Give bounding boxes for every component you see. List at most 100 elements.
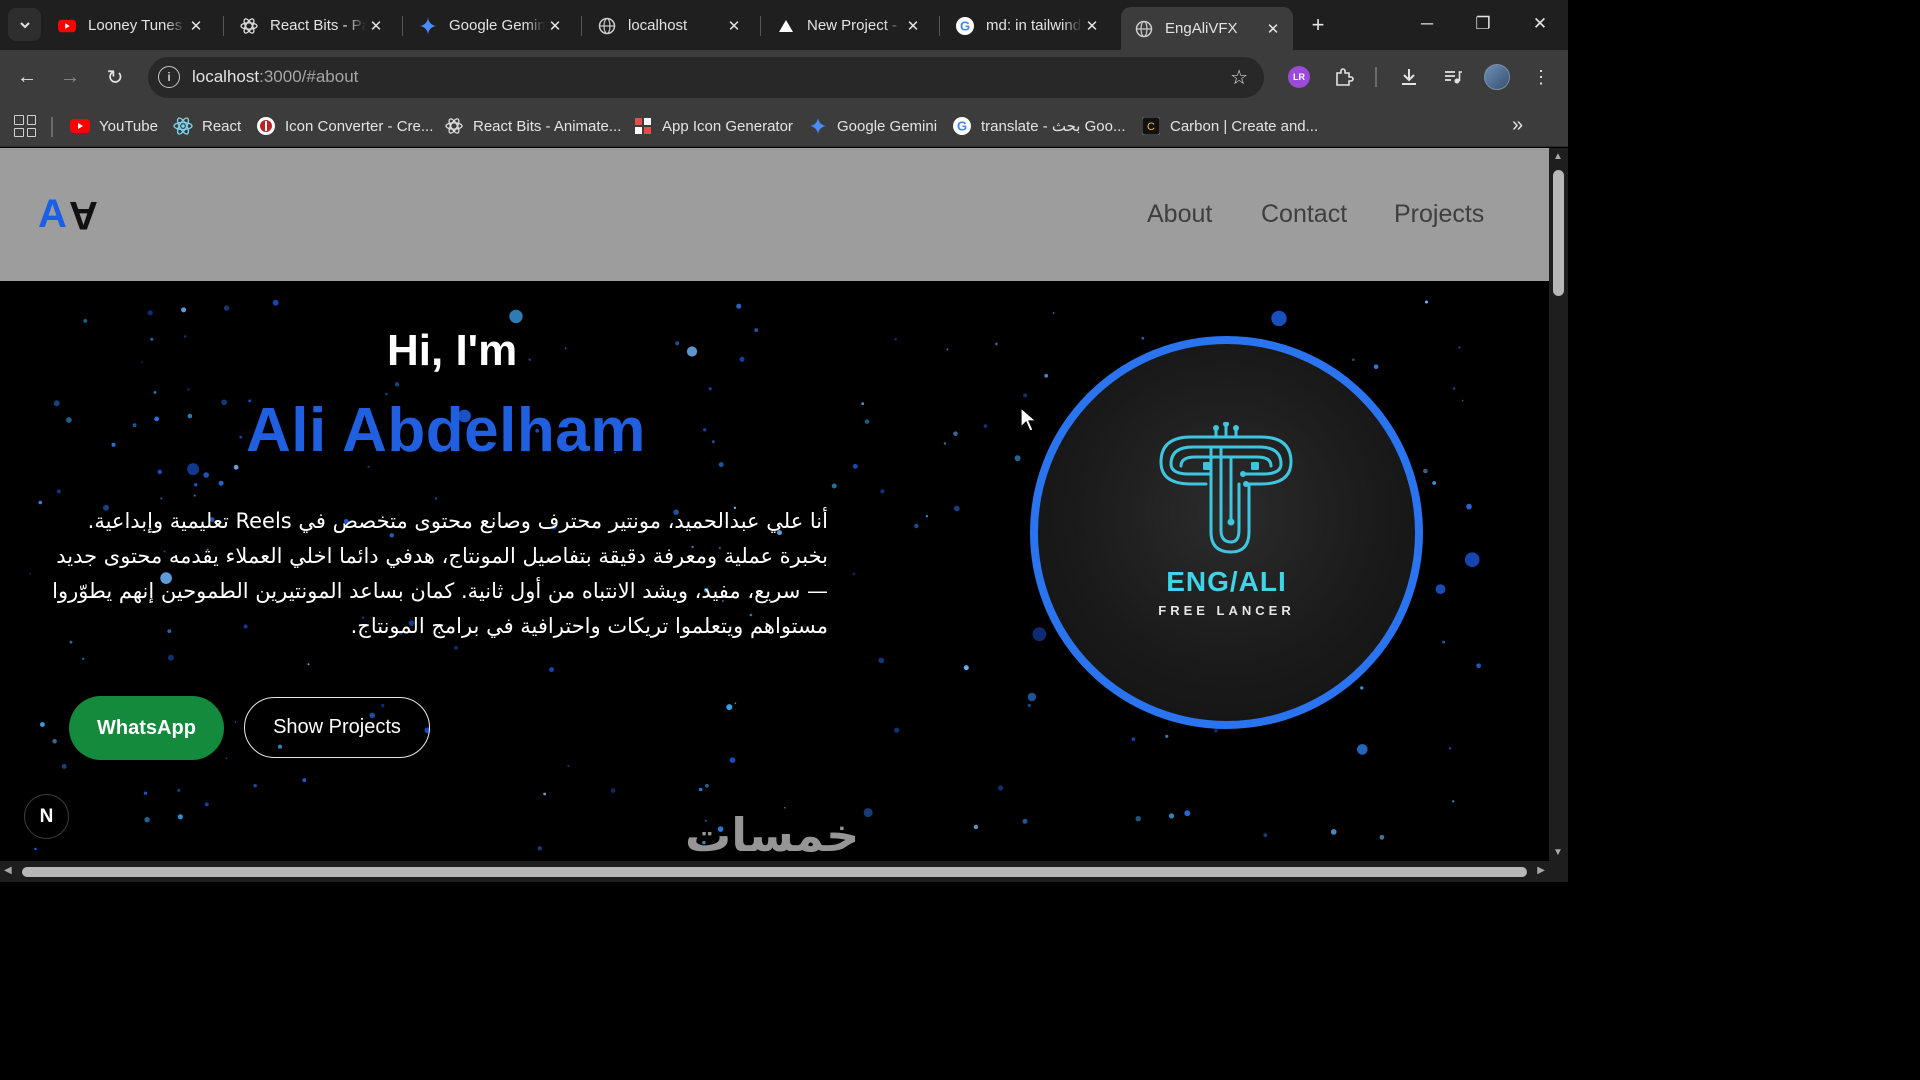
particle-dot <box>878 657 885 664</box>
particle-dot <box>953 431 958 436</box>
bookmark-icon-converter[interactable]: Icon Converter - Cre... <box>256 113 433 139</box>
apps-grid-icon[interactable] <box>14 115 36 137</box>
particle-dot <box>1425 300 1428 304</box>
bookmark-app-icon-generator[interactable]: App Icon Generator <box>633 113 793 139</box>
extensions-button[interactable] <box>1330 63 1358 91</box>
bookmark-label: translate - بحث Goo... <box>981 118 1126 135</box>
scroll-up-icon[interactable]: ▲ <box>1553 151 1563 162</box>
particle-dot <box>367 465 370 468</box>
particle-dot <box>708 387 712 391</box>
close-tab-icon[interactable]: ✕ <box>724 17 744 35</box>
particle-dot <box>181 307 187 313</box>
downloads-button[interactable] <box>1395 63 1423 91</box>
tab-new-project[interactable]: New Project - ✕ <box>763 7 933 44</box>
close-tab-icon[interactable]: ✕ <box>545 17 565 35</box>
particle-dot <box>153 391 157 394</box>
particle-dot <box>81 657 85 661</box>
particle-dot <box>1448 747 1452 750</box>
nav-contact[interactable]: Contact <box>1261 200 1347 229</box>
restore-button[interactable]: ❐ <box>1469 10 1497 38</box>
close-tab-icon[interactable]: ✕ <box>1082 17 1102 35</box>
reload-button[interactable]: ↻ <box>101 63 129 91</box>
extension-button[interactable]: LR <box>1285 63 1313 91</box>
particle-dot <box>272 299 279 306</box>
particle-dot <box>1352 358 1355 361</box>
nav-about[interactable]: About <box>1147 200 1212 229</box>
bookmark-carbon[interactable]: C Carbon | Create and... <box>1141 113 1318 139</box>
close-window-button[interactable]: ✕ <box>1526 10 1554 38</box>
scrollbar-thumb[interactable] <box>1553 170 1564 296</box>
vertical-scrollbar[interactable]: ▲ ▼ <box>1549 148 1568 861</box>
tab-search-button[interactable] <box>8 8 41 41</box>
bookmark-react-bits[interactable]: React Bits - Animate... <box>444 113 621 139</box>
particle-dot <box>1263 833 1268 838</box>
menu-button[interactable]: ⋮ <box>1527 63 1555 91</box>
new-tab-button[interactable]: + <box>1305 12 1331 38</box>
tab-title: New Project - <box>807 17 898 34</box>
scroll-right-icon[interactable]: ▶ <box>1537 865 1545 876</box>
tab-google-gemini[interactable]: Google Gemini ✕ <box>405 7 575 44</box>
particle-dot <box>1027 692 1037 702</box>
more-bookmarks-icon[interactable]: » <box>1512 114 1523 137</box>
bookmark-translate[interactable]: G translate - بحث Goo... <box>952 113 1126 139</box>
particle-dot <box>946 348 949 351</box>
particle-dot <box>734 702 737 705</box>
particle-dot <box>1165 734 1169 738</box>
particle-dot <box>1184 810 1191 817</box>
close-tab-icon[interactable]: ✕ <box>1263 20 1283 38</box>
particle-dot <box>204 802 209 807</box>
particle-dot <box>1135 816 1141 822</box>
close-tab-icon[interactable]: ✕ <box>186 17 206 35</box>
particle-dot <box>1452 800 1455 803</box>
particle-dot <box>1330 829 1337 835</box>
react-bits-icon <box>240 17 258 35</box>
particle-dot <box>1022 818 1028 824</box>
close-tab-icon[interactable]: ✕ <box>366 17 386 35</box>
particle-dot <box>160 497 163 500</box>
tab-looney-tunes[interactable]: Looney Tunes ✕ <box>44 7 216 44</box>
scrollbar-thumb[interactable] <box>22 867 1527 877</box>
media-queue-icon <box>1445 71 1462 84</box>
tab-localhost[interactable]: localhost ✕ <box>584 7 754 44</box>
particle-dot <box>1360 686 1364 690</box>
back-button[interactable]: ← <box>13 63 41 91</box>
particle-dot <box>1373 364 1379 369</box>
bookmark-youtube[interactable]: YouTube <box>70 113 158 139</box>
scroll-left-icon[interactable]: ◀ <box>4 865 12 876</box>
triangle-icon <box>777 17 795 35</box>
address-bar[interactable]: i localhost:3000/#about ☆ <box>148 57 1264 98</box>
particle-dot <box>221 399 228 406</box>
tab-title: React Bits - Pa <box>270 17 366 34</box>
particle-dot <box>894 727 900 733</box>
media-control-button[interactable] <box>1439 63 1467 91</box>
nav-projects[interactable]: Projects <box>1394 200 1484 229</box>
particle-dot <box>434 497 438 500</box>
tab-md-tailwind[interactable]: G md: in tailwind ✕ <box>942 7 1112 44</box>
profile-button[interactable] <box>1483 63 1511 91</box>
forward-button[interactable]: → <box>56 63 84 91</box>
particle-dot <box>1432 481 1436 485</box>
close-tab-icon[interactable]: ✕ <box>903 17 923 35</box>
minimize-button[interactable]: ─ <box>1413 10 1441 38</box>
nextjs-dev-badge[interactable]: N <box>24 794 69 839</box>
url-text[interactable]: localhost:3000/#about <box>192 67 358 87</box>
tab-divider <box>223 16 224 36</box>
site-logo[interactable]: AA <box>38 192 98 237</box>
bookmark-react[interactable]: React <box>173 113 241 139</box>
circuit-t-logo-icon <box>1159 422 1293 554</box>
particle-dot <box>528 358 531 361</box>
particle-dot <box>66 417 72 423</box>
bookmark-label: Carbon | Create and... <box>1170 117 1319 135</box>
particle-dot <box>537 846 542 851</box>
tab-engalivfx[interactable]: EngAliVFX ✕ <box>1121 7 1293 50</box>
scroll-down-icon[interactable]: ▼ <box>1553 847 1563 858</box>
horizontal-scrollbar[interactable]: ◀ ▶ <box>0 861 1549 882</box>
bookmark-google-gemini[interactable]: Google Gemini <box>808 113 937 139</box>
whatsapp-button[interactable]: WhatsApp <box>69 696 224 760</box>
site-info-icon[interactable]: i <box>158 66 180 88</box>
particle-dot <box>302 778 307 783</box>
show-projects-button[interactable]: Show Projects <box>244 697 430 758</box>
tab-react-bits[interactable]: React Bits - Pa ✕ <box>226 7 396 44</box>
bookmark-star-icon[interactable]: ☆ <box>1230 65 1248 90</box>
particle-dot <box>147 310 153 316</box>
